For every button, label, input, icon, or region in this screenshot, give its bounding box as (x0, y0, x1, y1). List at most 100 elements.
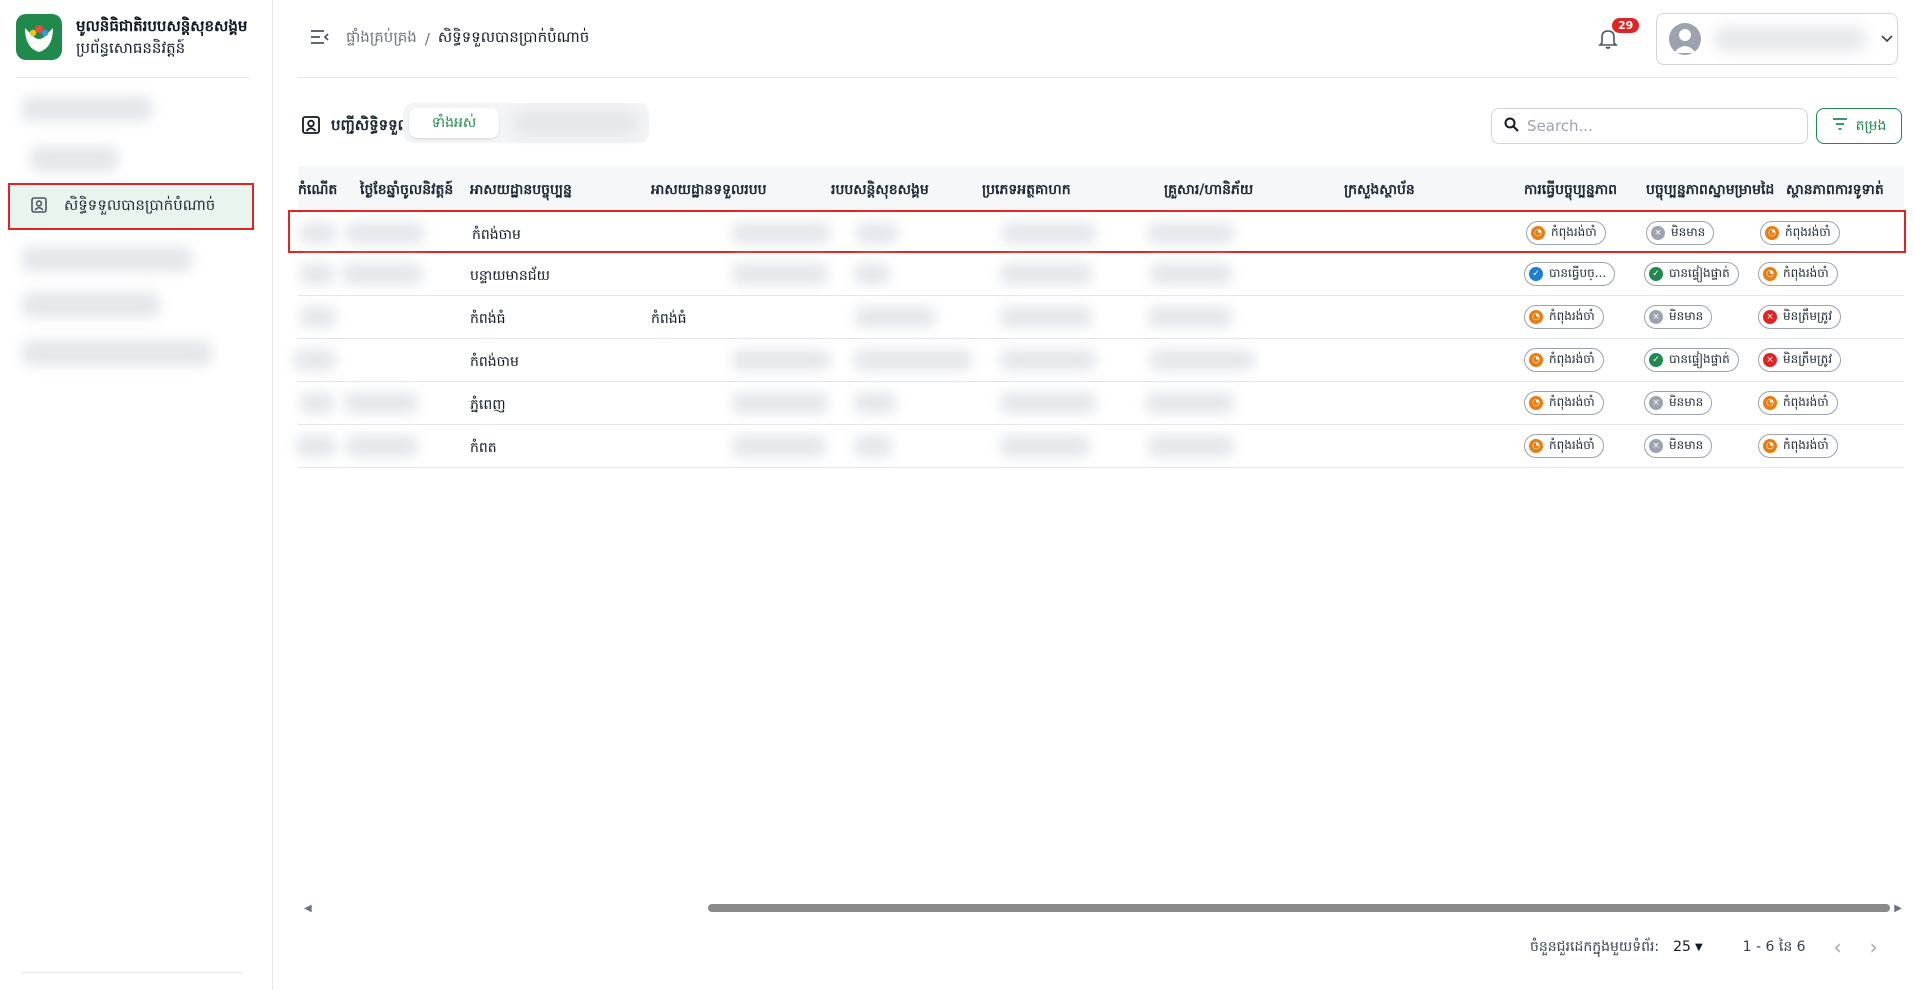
rows-per-page-select[interactable]: 25 ▼ (1673, 939, 1703, 955)
brand-title: មូលនិធិជាតិរបបសន្តិសុខសង្គម (76, 17, 248, 35)
sidebar-item-redacted[interactable] (22, 292, 160, 318)
x-circle-icon: × (1649, 439, 1663, 453)
status-label: បានធ្វើបច្... (1549, 266, 1607, 280)
table-row[interactable]: ភ្នំពេញ ◔ កំពុងរង់ចាំ × មិនមាន ◔ កំពុងរង់ចាំ (298, 382, 1904, 425)
redacted-cell (1000, 306, 1092, 328)
scroll-left-icon[interactable]: ◀ (304, 903, 312, 914)
redacted-cell (732, 435, 826, 457)
breadcrumb-separator: / (424, 30, 430, 48)
horizontal-scrollbar[interactable]: ◀ ▶ (298, 900, 1904, 916)
status-tabs: ទាំងអស់ (403, 103, 649, 143)
payment-status-badge: ◔ កំពុងរង់ចាំ (1760, 221, 1840, 245)
column-header[interactable]: អាសយដ្ឋានទទួលរបប (651, 180, 767, 201)
breadcrumb-home-link[interactable]: ផ្ទាំងគ្រប់គ្រង (346, 28, 417, 50)
redacted-cell (1146, 392, 1234, 414)
page-range: 1 - 6 នៃ 6 (1742, 938, 1806, 955)
sidebar-item-redacted[interactable] (22, 96, 152, 122)
column-header[interactable]: ប្រភេទអត្ថគាហក (982, 180, 1071, 201)
data-table: កំណើត ថ្ងៃខែឆ្នាំចូលនិវត្តន៍ អាសយដ្ឋានបច… (288, 166, 1906, 526)
fingerprint-status-badge: × មិនមាន (1644, 391, 1713, 415)
sidebar-item-redacted[interactable] (30, 146, 118, 172)
caret-down-icon: ▼ (1694, 941, 1703, 953)
update-status-badge: ◔ កំពុងរង់ចាំ (1524, 434, 1604, 458)
scroll-right-icon[interactable]: ▶ (1894, 903, 1902, 914)
rows-per-page-value: 25 (1673, 939, 1691, 955)
tab-all[interactable]: ទាំងអស់ (409, 108, 499, 138)
status-label: បានផ្ទៀងផ្ទាត់ (1669, 266, 1730, 280)
sidebar-item-redacted[interactable] (22, 340, 212, 366)
column-header[interactable]: ថ្ងៃខែឆ្នាំចូលនិវត្តន៍ (360, 180, 453, 201)
search-input[interactable] (1527, 117, 1787, 135)
breadcrumb: ផ្ទាំងគ្រប់គ្រង / សិទ្ធិទទួលបានប្រាក់បំណ… (346, 28, 589, 50)
tab-redacted[interactable] (515, 110, 637, 136)
column-header[interactable]: របបសន្តិសុខសង្គម (831, 180, 929, 201)
payment-status-badge: × មិនត្រឹមត្រូវ (1758, 348, 1842, 372)
column-header[interactable]: ការធ្វើបច្ចុប្បន្នភាព (1524, 180, 1617, 201)
table-row[interactable]: បន្ទាយមានជ័យ ✓ បានធ្វើបច្... ✓ បានផ្ទៀងផ្ទាត… (298, 253, 1904, 296)
clock-icon: ◔ (1529, 439, 1543, 453)
sidebar: មូលនិធិជាតិរបបសន្តិសុខសង្គម ប្រព័ន្ធសោធន… (0, 0, 273, 990)
column-header[interactable]: ក្រសួងស្ថាប័ន (1344, 180, 1415, 201)
column-header[interactable]: កំណើត (298, 180, 337, 201)
table-header: កំណើត ថ្ងៃខែឆ្នាំចូលនិវត្តន៍ អាសយដ្ឋានបច… (298, 166, 1904, 210)
redacted-cell (296, 435, 336, 457)
column-header[interactable]: បច្ចុប្បន្នភាពស្នាមម្រាមដៃ (1646, 180, 1774, 201)
redacted-cell (1000, 349, 1096, 371)
payment-status-badge: ◔ កំពុងរង់ចាំ (1758, 262, 1838, 286)
clock-icon: ◔ (1763, 396, 1777, 410)
app-logo-icon (16, 14, 62, 60)
fingerprint-status-badge: ✓ បានផ្ទៀងផ្ទាត់ (1644, 262, 1739, 286)
update-status-badge: ◔ កំពុងរង់ចាំ (1524, 305, 1604, 329)
column-header[interactable]: គ្រួសារ/ហានិភ័យ (1164, 180, 1253, 201)
scrollbar-thumb[interactable] (708, 904, 1890, 912)
check-circle-icon: ✓ (1649, 353, 1663, 367)
status-label: កំពុងរង់ចាំ (1783, 266, 1829, 280)
status-label: មិនមាន (1669, 395, 1704, 409)
sidebar-item-redacted[interactable] (22, 246, 192, 272)
clock-icon: ◔ (1763, 267, 1777, 281)
table-row[interactable]: កំពង់ចាម ◔ កំពុងរង់ចាំ ✓ បានផ្ទៀងផ្ទាត់ × មិនត… (294, 339, 1904, 382)
clock-icon: ◔ (1763, 439, 1777, 453)
fingerprint-status-badge: × មិនមាន (1644, 305, 1713, 329)
brand[interactable]: មូលនិធិជាតិរបបសន្តិសុខសង្គម ប្រព័ន្ធសោធន… (16, 14, 247, 60)
status-label: កំពុងរង់ចាំ (1549, 395, 1595, 409)
next-page-icon[interactable]: › (1870, 935, 1878, 959)
status-label: កំពុងរង់ចាំ (1783, 438, 1829, 452)
update-status-badge: ◔ កំពុងរង់ចាំ (1526, 221, 1606, 245)
sidebar-divider (16, 77, 250, 78)
sidebar-item-entitlements[interactable]: សិទ្ធិទទួលបានប្រាក់បំណាច់ (8, 183, 254, 230)
redacted-cell (300, 392, 334, 414)
redacted-cell (1000, 263, 1092, 285)
status-label: កំពុងរង់ចាំ (1549, 352, 1595, 366)
status-label: មិនត្រឹមត្រូវ (1783, 352, 1833, 366)
redacted-cell (1000, 435, 1090, 457)
list-title: បញ្ជីសិទ្ធិទទួល (301, 115, 412, 139)
current-address-cell: កំពង់ចាម (470, 354, 519, 370)
filter-button[interactable]: តម្រង (1816, 108, 1902, 144)
table-row[interactable]: កំពត ◔ កំពុងរង់ចាំ × មិនមាន ◔ កំពុងរង់ចាំ (296, 425, 1904, 468)
status-label: មិនមាន (1669, 309, 1704, 323)
notification-count-badge: 29 (1612, 18, 1640, 33)
redacted-cell (300, 263, 334, 285)
previous-page-icon[interactable]: ‹ (1834, 935, 1842, 959)
check-circle-icon: ✓ (1649, 267, 1663, 281)
status-label: កំពុងរង់ចាំ (1551, 225, 1597, 239)
x-circle-icon: × (1649, 310, 1663, 324)
status-label: មិនមាន (1669, 438, 1704, 452)
column-header[interactable]: ស្ថានភាពការទូទាត់ (1786, 180, 1884, 201)
table-row[interactable]: កំពង់ធំ កំពង់ធំ ◔ កំពុងរង់ចាំ × មិនមាន × មិនត្រ… (298, 296, 1904, 339)
table-row[interactable]: កំពង់ចាម ◔ កំពុងរង់ចាំ × មិនមាន ◔ កំពុងរង់ចាំ (288, 210, 1906, 253)
redacted-cell (854, 349, 972, 371)
payment-status-badge: ◔ កំពុងរង់ចាំ (1758, 391, 1838, 415)
collapse-menu-icon[interactable] (310, 28, 330, 50)
redacted-cell (1148, 435, 1234, 457)
redacted-cell (344, 392, 418, 414)
x-circle-icon: × (1649, 396, 1663, 410)
contact-card-icon (301, 115, 321, 139)
user-name-redacted (1715, 27, 1865, 51)
status-label: មិនត្រឹមត្រូវ (1783, 309, 1833, 323)
redacted-cell (342, 263, 422, 285)
column-header[interactable]: អាសយដ្ឋានបច្ចុប្បន្ន (470, 180, 572, 201)
user-menu[interactable] (1656, 13, 1898, 65)
current-address-cell: ភ្នំពេញ (470, 397, 506, 413)
